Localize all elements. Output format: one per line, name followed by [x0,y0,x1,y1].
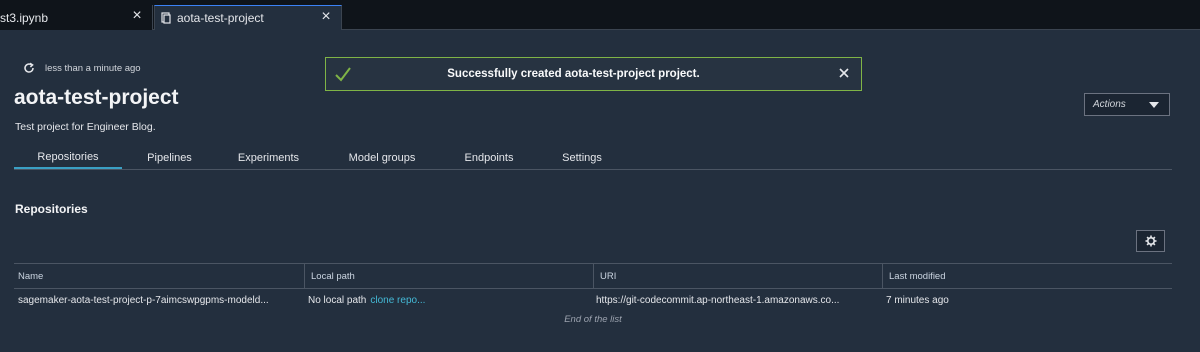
repositories-table: Name Local path URI Last modified sagema… [14,263,1172,325]
section-title: Repositories [15,202,88,216]
editor-tab-strip: st3.ipynb × aota-test-project × [0,0,1200,30]
page-description: Test project for Engineer Blog. [15,121,156,133]
close-icon[interactable]: × [130,8,144,24]
tab-notebook[interactable]: st3.ipynb × [0,5,153,30]
repo-name-cell: sagemaker-aota-test-project-p-7aimcswpgp… [18,294,269,306]
actions-label: Actions [1093,99,1126,110]
success-flashbar: Successfully created aota-test-project p… [325,57,862,91]
column-header-local-path[interactable]: Local path [304,264,593,289]
local-path-cell: No local path clone repo... [304,289,593,311]
project-tabs: Repositories Pipelines Experiments Model… [14,147,1172,170]
uri-cell: https://git-codecommit.ap-northeast-1.am… [596,294,840,306]
table-settings-button[interactable] [1136,230,1165,252]
tab-settings[interactable]: Settings [552,147,612,169]
clone-repo-link[interactable]: clone repo... [370,295,425,306]
tab-endpoints[interactable]: Endpoints [454,147,524,169]
local-path-text: No local path [308,294,367,306]
actions-dropdown[interactable]: Actions [1084,93,1170,116]
tab-model-groups[interactable]: Model groups [337,147,427,169]
gear-icon [1145,235,1156,247]
tab-project[interactable]: aota-test-project × [154,5,342,30]
last-modified-cell: 7 minutes ago [886,294,949,306]
column-header-uri[interactable]: URI [593,264,882,289]
tab-notebook-label: st3.ipynb [0,10,49,25]
close-icon[interactable] [837,66,851,80]
flash-message: Successfully created aota-test-project p… [447,68,700,80]
column-header-last-modified[interactable]: Last modified [882,264,1172,289]
table-row[interactable]: sagemaker-aota-test-project-p-7aimcswpgp… [14,289,1172,311]
tab-repositories[interactable]: Repositories [14,147,122,169]
refresh-status: less than a minute ago [23,62,141,74]
check-icon [335,67,351,82]
tab-pipelines[interactable]: Pipelines [132,147,207,169]
caret-down-icon [1149,101,1159,108]
refresh-icon[interactable] [23,62,35,74]
refresh-timestamp: less than a minute ago [45,62,141,74]
table-header: Name Local path URI Last modified [14,263,1172,289]
tab-project-label: aota-test-project [177,11,264,25]
close-icon[interactable]: × [319,9,333,25]
project-icon [161,12,171,24]
tab-experiments[interactable]: Experiments [227,147,310,169]
end-of-list-label: End of the list [564,314,622,325]
column-header-name[interactable]: Name [14,264,304,289]
page-title: aota-test-project [14,86,179,109]
